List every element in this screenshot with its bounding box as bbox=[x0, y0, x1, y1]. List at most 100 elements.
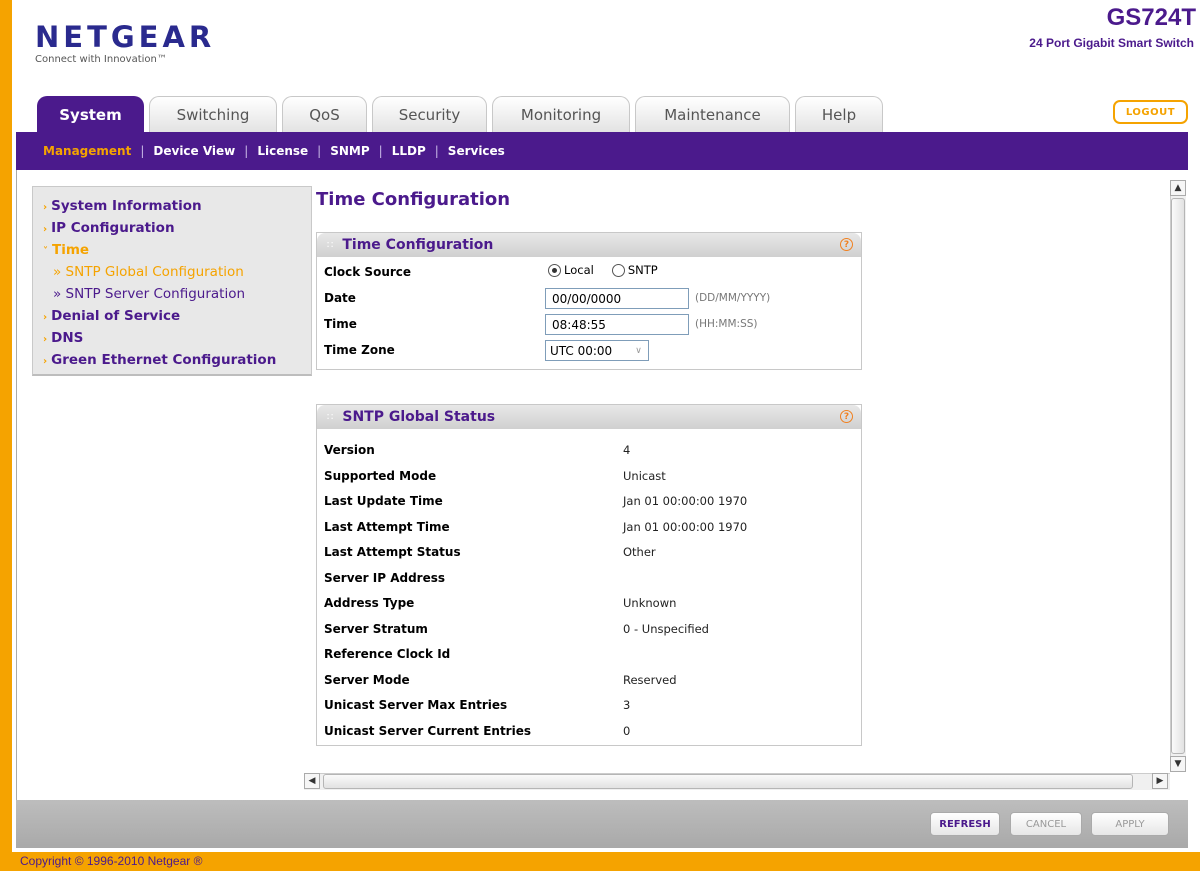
tab-switching[interactable]: Switching bbox=[149, 96, 277, 132]
apply-button[interactable]: APPLY bbox=[1091, 812, 1169, 836]
copyright-text: Copyright © 1996-2010 Netgear ® bbox=[20, 854, 203, 868]
status-row: Supported Mode Unicast bbox=[317, 463, 861, 489]
subnav-snmp[interactable]: SNMP bbox=[330, 144, 369, 158]
nav-sntp-server-configuration[interactable]: » SNTP Server Configuration bbox=[33, 283, 311, 305]
status-label: Reference Clock Id bbox=[324, 647, 451, 661]
nav-time[interactable]: ˅ Time bbox=[33, 239, 311, 261]
status-label: Last Update Time bbox=[324, 494, 443, 508]
subnav-separator: | bbox=[140, 144, 145, 158]
status-label: Version bbox=[324, 443, 375, 457]
arrow-down-icon: ˅ bbox=[43, 246, 48, 257]
subnav-services[interactable]: Services bbox=[448, 144, 505, 158]
status-value: 4 bbox=[623, 443, 631, 457]
model-description: 24 Port Gigabit Smart Switch bbox=[1029, 36, 1194, 50]
status-value: Other bbox=[623, 545, 656, 559]
clock-source-radio-group: Local SNTP bbox=[548, 263, 676, 277]
status-row: Last Attempt Time Jan 01 00:00:00 1970 bbox=[317, 514, 861, 540]
time-zone-select[interactable]: UTC 00:00 ∨ bbox=[545, 340, 649, 361]
status-label: Address Type bbox=[324, 596, 415, 610]
status-label: Last Attempt Status bbox=[324, 545, 461, 559]
panel-title: Time Configuration bbox=[342, 237, 494, 253]
date-input[interactable]: 00/00/0000 bbox=[545, 288, 689, 309]
subnav-separator: | bbox=[317, 144, 322, 158]
arrow-right-icon: › bbox=[43, 224, 48, 235]
time-input[interactable]: 08:48:55 bbox=[545, 314, 689, 335]
arrow-right-icon: › bbox=[43, 202, 48, 213]
status-value: Unicast bbox=[623, 468, 666, 483]
vertical-scroll-thumb[interactable] bbox=[1171, 198, 1185, 754]
subnav-management[interactable]: Management bbox=[43, 144, 131, 158]
nav-denial-of-service[interactable]: › Denial of Service bbox=[33, 305, 311, 327]
nav-sntp-global-configuration[interactable]: » SNTP Global Configuration bbox=[33, 261, 311, 283]
clock-source-sntp-label: SNTP bbox=[627, 263, 658, 277]
clock-source-local-radio[interactable] bbox=[548, 263, 561, 277]
status-label: Unicast Server Max Entries bbox=[324, 698, 508, 712]
panel-header: ∷ Time Configuration ? bbox=[317, 233, 861, 257]
status-row: Server Mode Reserved bbox=[317, 667, 861, 693]
subnav-lldp[interactable]: LLDP bbox=[392, 144, 426, 158]
status-label: Unicast Server Current Entries bbox=[324, 723, 531, 738]
status-value: Unknown bbox=[623, 596, 677, 610]
subnav-license[interactable]: License bbox=[257, 144, 308, 158]
status-row: Last Attempt Status Other bbox=[317, 539, 861, 565]
tab-security[interactable]: Security bbox=[372, 96, 487, 132]
netgear-logo: NETGEAR bbox=[35, 20, 216, 54]
subnav-device-view[interactable]: Device View bbox=[153, 144, 235, 158]
nav-system-information[interactable]: › System Information bbox=[33, 195, 311, 217]
date-label: Date bbox=[324, 291, 356, 305]
time-zone-label: Time Zone bbox=[324, 343, 395, 357]
tab-help[interactable]: Help bbox=[795, 96, 883, 132]
status-row: Server Stratum 0 - Unspecified bbox=[317, 616, 861, 642]
subnav-separator: | bbox=[244, 144, 249, 158]
subnav-separator: | bbox=[434, 144, 439, 158]
nav-dns[interactable]: › DNS bbox=[33, 327, 311, 349]
help-icon[interactable]: ? bbox=[840, 410, 853, 423]
refresh-button[interactable]: REFRESH bbox=[930, 812, 1000, 836]
status-rows: Version 4 Supported Mode Unicast Last Update… bbox=[317, 429, 861, 743]
tab-qos[interactable]: QoS bbox=[282, 96, 367, 132]
header: NETGEAR Connect with Innovation™ GS724T … bbox=[12, 0, 1200, 96]
time-label: Time bbox=[324, 317, 357, 331]
left-navigation: › System Information › IP Configuration ˅ T… bbox=[32, 186, 312, 376]
drag-grip-icon: ∷ bbox=[327, 411, 333, 423]
clock-source-row: Clock Source Local SNTP bbox=[317, 259, 861, 285]
main-tabs: System Switching QoS Security Monitoring… bbox=[37, 96, 888, 132]
date-row: Date 00/00/0000 (DD/MM/YYYY) bbox=[317, 285, 861, 311]
logo-tagline: Connect with Innovation™ bbox=[35, 54, 167, 65]
cancel-button[interactable]: CANCEL bbox=[1010, 812, 1082, 836]
clock-source-label: Clock Source bbox=[324, 265, 412, 279]
scroll-down-button[interactable]: ▼ bbox=[1170, 756, 1186, 772]
arrow-right-icon: › bbox=[43, 312, 48, 323]
status-row: Last Update Time Jan 01 00:00:00 1970 bbox=[317, 488, 861, 514]
help-icon[interactable]: ? bbox=[840, 238, 853, 251]
tab-system[interactable]: System bbox=[37, 96, 144, 132]
clock-source-local-label: Local bbox=[564, 263, 594, 277]
status-value: Jan 01 00:00:00 1970 bbox=[623, 494, 748, 508]
scroll-right-button[interactable]: ▶ bbox=[1152, 773, 1168, 789]
logout-button[interactable]: LOGOUT bbox=[1113, 100, 1188, 124]
date-format-hint: (DD/MM/YYYY) bbox=[695, 292, 771, 304]
time-format-hint: (HH:MM:SS) bbox=[695, 318, 758, 330]
status-value: 0 bbox=[623, 723, 631, 738]
model-name: GS724T bbox=[1106, 4, 1196, 31]
clock-source-sntp-radio[interactable] bbox=[611, 263, 625, 277]
status-row: Server IP Address bbox=[317, 565, 861, 591]
status-row: Version 4 bbox=[317, 437, 861, 463]
scroll-up-button[interactable]: ▲ bbox=[1170, 180, 1186, 196]
page-title: Time Configuration bbox=[316, 189, 511, 210]
arrow-right-icon: › bbox=[43, 356, 48, 367]
nav-ip-configuration[interactable]: › IP Configuration bbox=[33, 217, 311, 239]
arrow-right-icon: › bbox=[43, 334, 48, 345]
tab-maintenance[interactable]: Maintenance bbox=[635, 96, 790, 132]
scroll-left-button[interactable]: ◀ bbox=[304, 773, 320, 789]
status-value: 0 - Unspecified bbox=[623, 621, 709, 636]
time-zone-value: UTC 00:00 bbox=[550, 343, 613, 358]
horizontal-scroll-thumb[interactable] bbox=[323, 774, 1133, 789]
tab-monitoring[interactable]: Monitoring bbox=[492, 96, 630, 132]
status-value: 3 bbox=[623, 698, 631, 712]
status-label: Supported Mode bbox=[324, 468, 437, 483]
nav-green-ethernet-configuration[interactable]: › Green Ethernet Configuration bbox=[33, 349, 311, 371]
drag-grip-icon: ∷ bbox=[327, 239, 333, 251]
status-row: Reference Clock Id bbox=[317, 641, 861, 667]
panel-header: ∷ SNTP Global Status ? bbox=[317, 405, 861, 429]
